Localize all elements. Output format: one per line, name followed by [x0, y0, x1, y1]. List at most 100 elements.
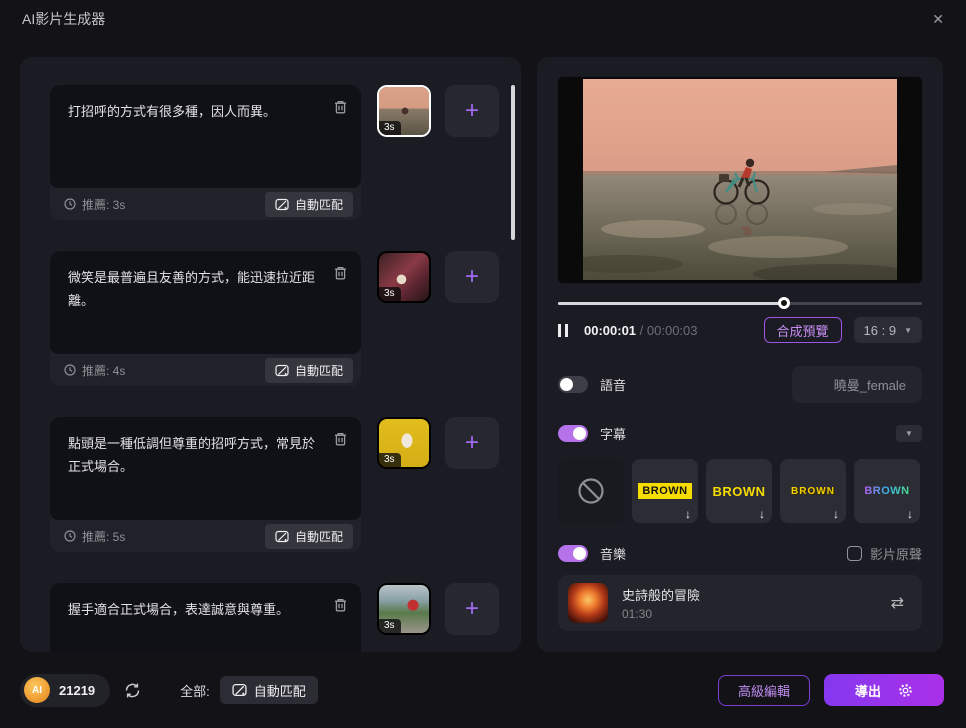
ai-coin-icon: AI	[24, 677, 50, 703]
clock-icon	[64, 530, 76, 542]
download-icon: ↓	[685, 507, 691, 521]
export-label: 導出	[854, 683, 881, 699]
script-card-footer: 推薦: 3s 自動匹配	[50, 188, 361, 220]
aspect-ratio-select[interactable]: 16 : 9 ▼	[853, 317, 922, 343]
pause-icon[interactable]	[558, 323, 568, 337]
script-text[interactable]: 點頭是一種低調但尊重的招呼方式，常見於正式場合。	[68, 433, 321, 479]
time-display: 00:00:01 / 00:00:03	[584, 323, 698, 338]
plus-icon: +	[464, 97, 479, 124]
subtitle-style-option[interactable]: BROWN ↓	[632, 459, 698, 523]
download-icon: ↓	[907, 507, 913, 521]
subtitle-row: 字幕 ▼	[558, 423, 922, 443]
auto-match-icon	[275, 198, 289, 210]
add-clip-button[interactable]: +	[445, 583, 499, 635]
voice-avatar	[799, 372, 824, 397]
script-text-box[interactable]: 微笑是最普遍且友善的方式，能迅速拉近距離。	[50, 251, 361, 354]
script-segment-row: 點頭是一種低調但尊重的招呼方式，常見於正式場合。 推薦: 5s 自動匹配 3s	[50, 417, 521, 552]
script-segment-row: 打招呼的方式有很多種，因人而異。 推薦: 3s 自動匹配 3s +	[50, 85, 521, 220]
script-text-box[interactable]: 打招呼的方式有很多種，因人而異。	[50, 85, 361, 188]
playback-slider[interactable]	[558, 297, 922, 309]
total-time: 00:00:03	[646, 322, 698, 338]
window-title: AI影片生成器	[22, 11, 106, 27]
auto-match-label: 自動匹配	[294, 363, 343, 378]
music-track-card[interactable]: 史詩般的冒險 01:30 ⇄	[558, 575, 922, 631]
add-clip-button[interactable]: +	[445, 85, 499, 137]
clip-thumbnail[interactable]: 3s	[377, 85, 431, 137]
video-preview[interactable]	[558, 77, 922, 283]
subtitle-label: 字幕	[600, 426, 627, 442]
subtitle-style-option[interactable]: BROWN ↓	[854, 459, 920, 523]
auto-match-icon	[275, 364, 289, 376]
refresh-icon[interactable]	[123, 681, 142, 700]
delete-icon[interactable]	[333, 99, 348, 115]
auto-match-label: 自動匹配	[294, 529, 343, 544]
recommend-duration: 推薦: 3s	[64, 196, 125, 213]
preview-panel: 00:00:01 / 00:00:03 合成預覽 16 : 9 ▼ 語音 曉曼_…	[537, 57, 943, 652]
script-text-box[interactable]: 點頭是一種低調但尊重的招呼方式，常見於正式場合。	[50, 417, 361, 520]
add-clip-button[interactable]: +	[445, 417, 499, 469]
no-subtitle-icon	[578, 478, 604, 504]
script-card-footer: 推薦: 4s 自動匹配	[50, 354, 361, 386]
voice-toggle[interactable]	[558, 375, 588, 393]
music-label: 音樂	[600, 546, 627, 562]
advanced-edit-button[interactable]: 高級編輯	[717, 674, 810, 706]
synthesize-preview-button[interactable]: 合成預覽	[763, 317, 842, 343]
clip-duration-badge: 3s	[379, 121, 401, 135]
subtitle-style-preview: BROWN	[791, 485, 835, 497]
titlebar: AI影片生成器 ✕	[0, 0, 966, 38]
auto-match-button[interactable]: 自動匹配	[264, 191, 353, 217]
close-icon[interactable]: ✕	[932, 11, 944, 28]
auto-match-button[interactable]: 自動匹配	[264, 357, 353, 383]
auto-match-button[interactable]: 自動匹配	[264, 523, 353, 549]
slider-progress	[558, 302, 784, 305]
slider-handle[interactable]	[777, 297, 790, 309]
recommend-label: 推薦: 5s	[82, 529, 126, 544]
subtitle-collapse-button[interactable]: ▼	[896, 424, 922, 442]
swap-track-icon[interactable]: ⇄	[891, 593, 904, 613]
plus-icon: +	[464, 429, 479, 456]
auto-match-icon	[275, 530, 289, 542]
subtitle-style-option[interactable]: BROWN ↓	[706, 459, 772, 523]
recommend-duration: 推薦: 5s	[64, 528, 125, 545]
script-card: 微笑是最普遍且友善的方式，能迅速拉近距離。 推薦: 4s 自動匹配	[50, 251, 361, 386]
delete-icon[interactable]	[333, 265, 348, 281]
script-text[interactable]: 微笑是最普遍且友善的方式，能迅速拉近距離。	[68, 267, 321, 313]
video-frame-image	[583, 79, 897, 280]
subtitle-style-none[interactable]	[558, 459, 624, 523]
clip-thumbnail[interactable]: 3s	[377, 417, 431, 469]
chevron-down-icon: ▼	[905, 428, 913, 438]
aspect-ratio-value: 16 : 9	[863, 322, 897, 338]
script-card: 打招呼的方式有很多種，因人而異。 推薦: 3s 自動匹配	[50, 85, 361, 220]
original-sound-label: 影片原聲	[869, 546, 922, 562]
auto-match-all-button[interactable]: 自動匹配	[219, 676, 318, 704]
delete-icon[interactable]	[333, 597, 348, 613]
subtitle-style-preview: BROWN	[638, 483, 692, 499]
script-text-box[interactable]: 握手適合正式場合，表達誠意與尊重。	[50, 583, 361, 652]
script-text[interactable]: 打招呼的方式有很多種，因人而異。	[68, 101, 321, 124]
export-button[interactable]: 導出	[824, 674, 944, 706]
subtitle-style-preview: BROWN	[712, 483, 766, 499]
recommend-label: 推薦: 3s	[82, 197, 126, 212]
clip-thumbnail[interactable]: 3s	[377, 251, 431, 303]
original-sound-option[interactable]: 影片原聲	[846, 544, 922, 563]
original-sound-checkbox[interactable]	[846, 545, 862, 561]
music-toggle[interactable]	[558, 544, 588, 562]
music-title: 史詩般的冒險	[622, 588, 701, 603]
add-clip-button[interactable]: +	[445, 251, 499, 303]
auto-match-all-label: 自動匹配	[253, 683, 306, 699]
scrollbar-thumb[interactable]	[511, 85, 515, 240]
clip-thumbnail[interactable]: 3s	[377, 583, 431, 635]
recommend-duration: 推薦: 4s	[64, 362, 125, 379]
voice-row: 語音 曉曼_female	[558, 365, 922, 403]
script-segment-row: 微笑是最普遍且友善的方式，能迅速拉近距離。 推薦: 4s 自動匹配 3s +	[50, 251, 521, 386]
delete-icon[interactable]	[333, 431, 348, 447]
bottom-bar: AI 21219 全部: 自動匹配 高級編輯 導出	[0, 652, 966, 728]
voice-selector[interactable]: 曉曼_female	[791, 365, 922, 403]
script-text[interactable]: 握手適合正式場合，表達誠意與尊重。	[68, 599, 321, 622]
credits-pill[interactable]: AI 21219	[20, 673, 111, 707]
subtitle-toggle[interactable]	[558, 424, 588, 442]
plus-icon: +	[464, 263, 479, 290]
subtitle-style-option[interactable]: BROWN ↓	[780, 459, 846, 523]
script-list-panel: 打招呼的方式有很多種，因人而異。 推薦: 3s 自動匹配 3s + 微笑是最普遍…	[20, 57, 521, 652]
gear-icon	[899, 683, 912, 697]
